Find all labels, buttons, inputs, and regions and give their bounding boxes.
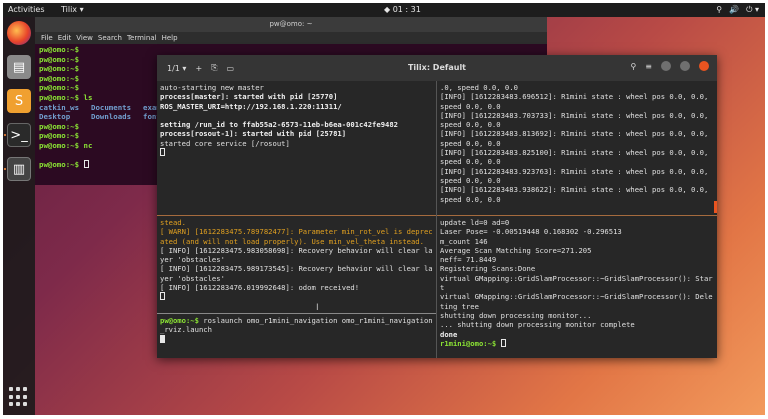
prompt: pw@omo:~$	[160, 316, 199, 325]
prompt: r1mini@omo:~$	[440, 338, 497, 348]
tilix-window[interactable]: 1/1 ▾ + ⎘ ▭ Tilix: Default ⚲ ≡ auto-star…	[157, 55, 717, 358]
terminal-line: m_count 146	[440, 236, 488, 246]
volume-icon[interactable]: 🔊	[729, 3, 739, 17]
terminal-line: [ WARN] [1612283475.789782477]: Paramete…	[160, 227, 433, 246]
terminal-line: [ INFO] [1612283476.019992648]: odom rec…	[160, 283, 360, 293]
cursor	[160, 334, 165, 343]
activities-button[interactable]: Activities	[8, 3, 45, 17]
terminal-line: [INFO] [1612283483.813692]: R1mini state…	[440, 129, 713, 148]
terminal-line: shutting down processing monitor...	[440, 310, 592, 320]
terminal-line: done	[440, 329, 458, 339]
search-icon[interactable]: ⚲	[630, 62, 636, 71]
clock[interactable]: ◆ 01 : 31	[384, 3, 421, 17]
tilix-headerbar: 1/1 ▾ + ⎘ ▭ Tilix: Default ⚲ ≡	[157, 55, 717, 81]
terminal-line: [INFO] [1612283483.696512]: R1mini state…	[440, 92, 713, 111]
terminal-line: ... shutting down processing monitor com…	[440, 320, 635, 330]
dir-entry: Desktop	[39, 112, 71, 122]
menu-file[interactable]: File	[41, 32, 53, 44]
terminal-line: auto-starting new master	[160, 83, 264, 92]
terminal-line: [INFO] [1612283483.923763]: R1mini state…	[440, 166, 713, 185]
tilix-icon[interactable]: ▥	[7, 157, 31, 181]
firefox-icon[interactable]	[7, 21, 31, 45]
terminal-line: process[master]: started with pid [25770…	[160, 92, 338, 102]
system-tray[interactable]: ⚲ 🔊 ⏻ ▾	[716, 3, 759, 17]
terminal-line: stead.	[160, 218, 186, 227]
files-icon[interactable]: ▤	[7, 55, 31, 79]
terminal-line: virtual GMapping::GridSlamProcessor::~Gr…	[440, 292, 713, 311]
minimize-icon[interactable]	[661, 61, 671, 71]
terminal-line: r1mini@omo:~$	[440, 338, 714, 348]
maximize-icon[interactable]	[680, 61, 690, 71]
cursor	[500, 338, 506, 347]
terminal-line: [INFO] [1612283483.825100]: R1mini state…	[440, 148, 713, 167]
menu-terminal[interactable]: Terminal	[127, 32, 157, 44]
terminal-line: process[rosout-1]: started with pid [257…	[160, 129, 347, 139]
dir-entry: Downloads	[91, 112, 132, 122]
mouse-cursor-icon: I	[316, 303, 319, 313]
dock: ▤ S >_ ▥	[3, 17, 35, 415]
power-icon[interactable]: ⏻ ▾	[746, 3, 759, 17]
cursor	[160, 292, 165, 301]
dir-entry: catkin_ws	[39, 102, 80, 112]
sublime-icon[interactable]: S	[7, 89, 31, 113]
terminal-line: Average Scan Matching Score=271.205	[440, 245, 592, 255]
terminal-pane-top-left[interactable]: auto-starting new master process[master]:…	[157, 81, 436, 215]
desktop: Activities Tilix ▾ ◆ 01 : 31 ⚲ 🔊 ⏻ ▾ ▤ S…	[3, 3, 765, 415]
close-icon[interactable]	[699, 61, 709, 71]
top-bar: Activities Tilix ▾ ◆ 01 : 31 ⚲ 🔊 ⏻ ▾	[3, 3, 765, 17]
terminal-line: .0, speed 0.0, 0.0	[440, 83, 518, 92]
terminal-line: started core service [/rosout]	[160, 138, 290, 148]
terminal-menubar: File Edit View Search Terminal Help	[35, 32, 547, 44]
app-menu[interactable]: Tilix ▾	[61, 3, 84, 17]
terminal-pane-top-right[interactable]: .0, speed 0.0, 0.0 [INFO] [1612283483.696…	[437, 81, 717, 215]
menu-search[interactable]: Search	[98, 32, 122, 44]
command-text: roslaunch omo_r1mini_navigation omo_r1mi…	[160, 316, 433, 335]
menu-view[interactable]: View	[76, 32, 93, 44]
terminal-line: neff= 71.8449	[440, 255, 497, 265]
terminal-line: setting /run_id to ffab55a2-6573-11eb-b6…	[160, 120, 398, 130]
cursor	[160, 148, 165, 157]
prompt: pw@omo:~$	[39, 160, 80, 170]
terminal-line: update ld=0 ad=0	[440, 218, 510, 227]
terminal-icon[interactable]: >_	[7, 123, 31, 147]
terminal-line: pw@omo:~$ roslaunch omo_r1mini_navigatio…	[160, 316, 433, 335]
terminal-line: Laser Pose= -0.00519448 0.168302 -0.2965…	[440, 227, 622, 237]
terminal-line: [ INFO] [1612283475.983058698]: Recovery…	[160, 245, 433, 265]
network-icon[interactable]: ⚲	[716, 3, 722, 17]
terminal-pane-bottom-right[interactable]: update ld=0 ad=0 Laser Pose= -0.00519448 …	[437, 216, 717, 358]
terminal-line: Registering Scans:Done	[440, 264, 536, 274]
menu-help[interactable]: Help	[162, 32, 178, 44]
terminal-line: virtual GMapping::GridSlamProcessor::~Gr…	[440, 273, 713, 293]
terminal-line: [ INFO] [1612283475.989173545]: Recovery…	[160, 264, 433, 283]
dir-entry: Documents	[91, 102, 132, 112]
terminal-pane-middle-left[interactable]: stead.[ WARN] [1612283475.789782477]: Pa…	[157, 216, 436, 313]
menu-edit[interactable]: Edit	[58, 32, 72, 44]
show-applications-icon[interactable]	[9, 387, 29, 407]
terminal-pane-bottom-left[interactable]: pw@omo:~$ roslaunch omo_r1mini_navigatio…	[157, 314, 436, 358]
terminal-line: ROS_MASTER_URI=http://192.168.1.220:1131…	[160, 101, 342, 111]
scrollbar[interactable]	[714, 201, 717, 213]
terminal-line: [INFO] [1612283483.938622]: R1mini state…	[440, 185, 713, 204]
window-title: pw@omo: ~	[35, 17, 547, 32]
terminal-line: pw@omo:~$	[39, 45, 80, 54]
menu-icon[interactable]: ≡	[645, 62, 652, 71]
terminal-line: [INFO] [1612283483.703733]: R1mini state…	[440, 110, 713, 130]
cursor	[83, 160, 89, 169]
